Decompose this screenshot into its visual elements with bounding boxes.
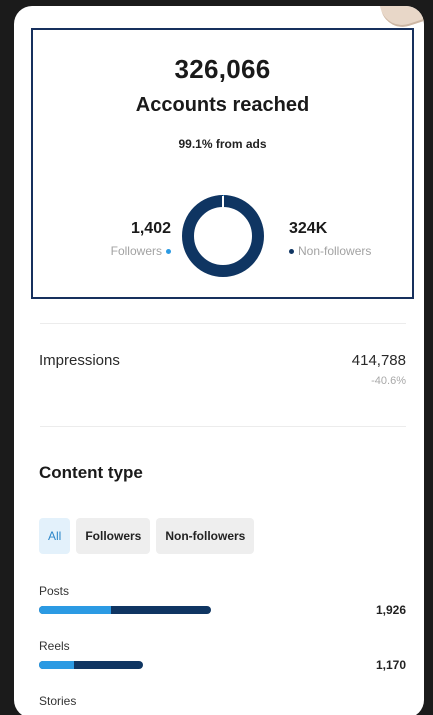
followers-count: 1,402 <box>130 220 171 237</box>
accounts-reached-panel: 326,066 Accounts reached 99.1% from ads … <box>31 28 414 299</box>
impressions-change: -40.6% <box>371 375 406 387</box>
divider <box>40 323 406 324</box>
content-type-title: Content type <box>39 463 143 482</box>
filter-chip-followers[interactable]: Followers <box>76 518 151 554</box>
filter-chip-non-followers[interactable]: Non-followers <box>156 518 255 554</box>
non-followers-count: 324K <box>289 220 328 237</box>
content-row-bar-posts <box>39 606 211 614</box>
divider <box>40 426 406 427</box>
bar-followers-segment <box>39 606 112 614</box>
content-row-label-stories: Stories <box>39 694 77 708</box>
non-followers-legend-dot-icon <box>289 248 294 254</box>
content-row-bar-reels <box>39 661 143 669</box>
followers-legend-dot-icon <box>166 248 171 254</box>
impressions-label: Impressions <box>39 352 120 369</box>
accounts-reached-title: Accounts reached <box>135 94 310 116</box>
accounts-reached-count: 326,066 <box>174 54 271 84</box>
content-row-label-reels: Reels <box>39 639 70 653</box>
non-followers-stat: 324K Non-followers <box>289 220 409 258</box>
filter-chip-all[interactable]: All <box>39 518 71 554</box>
bar-followers-segment <box>39 661 75 669</box>
impressions-value: 414,788 <box>351 352 406 369</box>
donut-non-followers-ring <box>182 195 264 277</box>
content-row-value-posts: 1,926 <box>375 603 406 617</box>
content-row-value-reels: 1,170 <box>375 658 406 672</box>
non-followers-label: Non-followers <box>298 244 372 258</box>
followers-stat: 1,402 Followers <box>81 220 171 258</box>
ads-share-note: 99.1% from ads <box>178 137 267 151</box>
followers-label: Followers <box>110 244 162 258</box>
content-row-label-posts: Posts <box>39 584 70 598</box>
audience-filter-chips: All Followers Non-followers <box>39 518 255 554</box>
insights-card: 326,066 Accounts reached 99.1% from ads … <box>14 6 424 715</box>
reach-donut-chart <box>182 195 264 277</box>
